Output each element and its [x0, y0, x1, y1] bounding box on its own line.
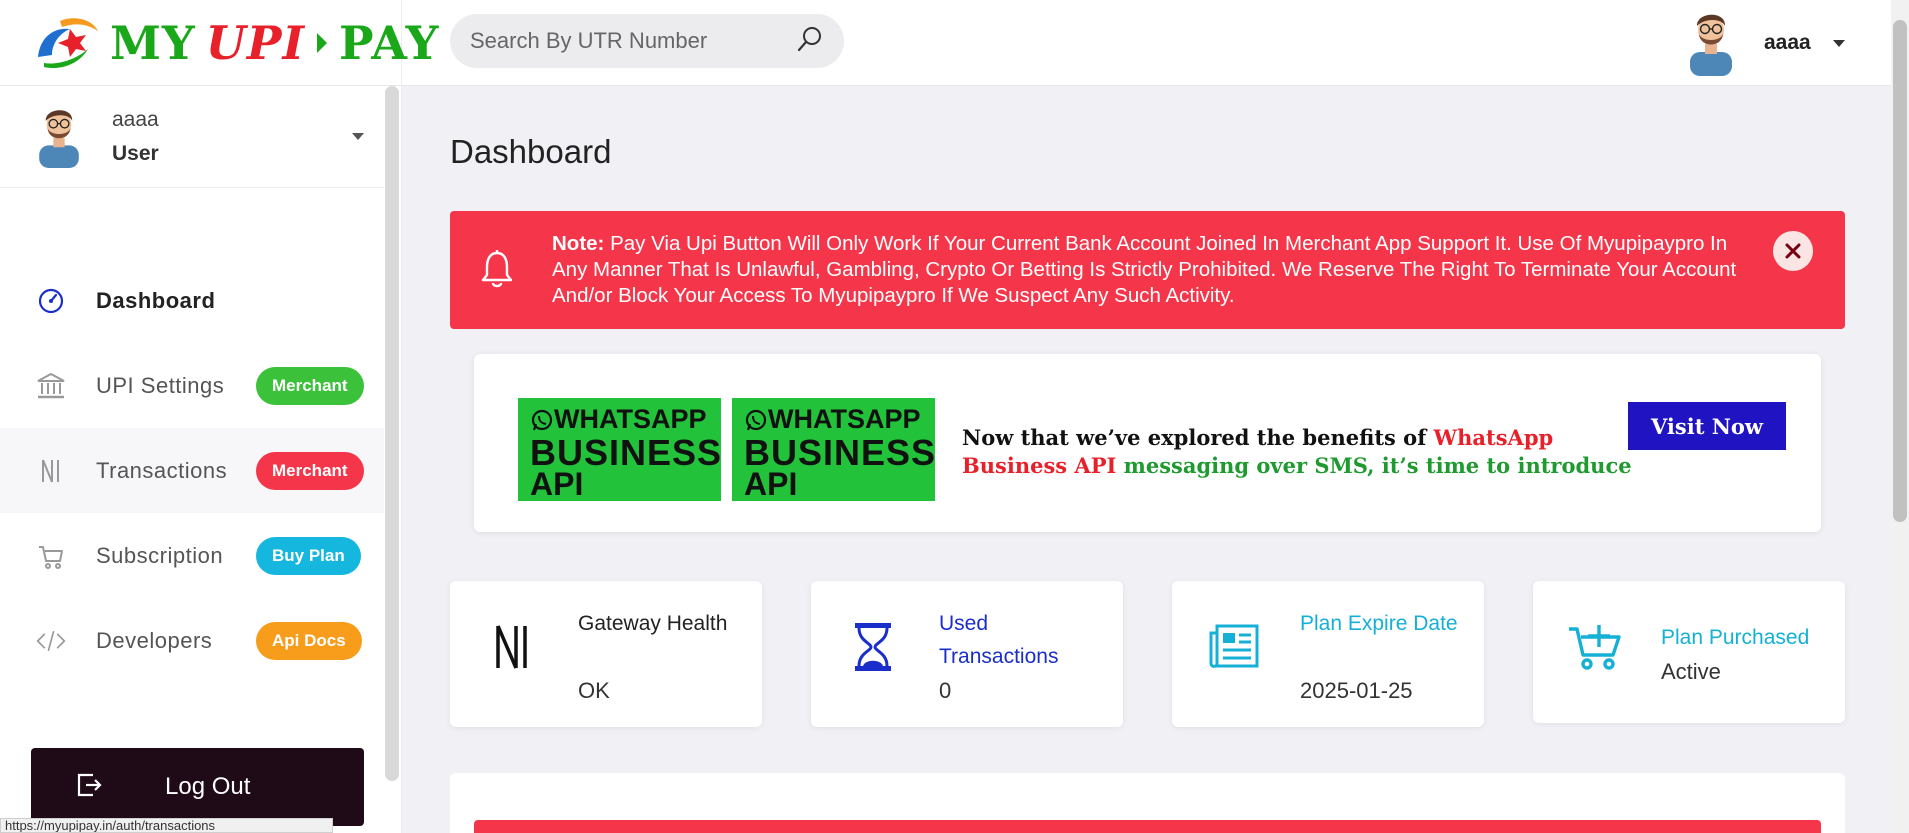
search-input[interactable]: [470, 28, 796, 54]
logout-icon: [75, 771, 103, 803]
alert-message: Note: Pay Via Upi Button Will Only Work …: [552, 231, 1762, 309]
stat-card-gateway-health: Gateway Health OK: [450, 581, 762, 727]
logo-emblem-icon: [30, 13, 108, 73]
whatsapp-icon: [531, 409, 553, 430]
alert-note-label: Note:: [552, 232, 605, 255]
sidebar-item-label: Subscription: [96, 542, 224, 568]
content-card-header-bar: [474, 820, 1821, 833]
stat-label: Used Transactions: [939, 612, 1059, 668]
logo-wordmark: MY UPI PAY: [110, 16, 439, 70]
buy-plan-badge[interactable]: Buy Plan: [256, 537, 361, 575]
note-alert: Note: Pay Via Upi Button Will Only Work …: [450, 211, 1845, 329]
sidebar-item-label: Transactions: [96, 457, 228, 483]
sidebar-menu: Dashboard UPI Settings Merchant Transact…: [0, 258, 384, 683]
stat-value: 2025-01-25: [1300, 678, 1413, 703]
header-user-menu[interactable]: aaaa: [1686, 8, 1845, 78]
search-icon[interactable]: [796, 25, 824, 57]
page-title: Dashboard: [450, 133, 612, 170]
stat-value: OK: [578, 678, 610, 703]
sidebar-user-role: User: [112, 141, 159, 165]
bell-icon: [480, 249, 514, 293]
sidebar-scrollbar[interactable]: [385, 86, 399, 781]
stat-card-plan-purchased: Plan Purchased Active: [1533, 581, 1845, 723]
logout-button[interactable]: Log Out: [31, 748, 364, 826]
close-alert-button[interactable]: [1773, 231, 1813, 271]
alert-text: Pay Via Upi Button Will Only Work If You…: [552, 232, 1737, 307]
badge-text-bottom: API: [530, 466, 584, 502]
stat-label: Gateway Health: [578, 612, 728, 635]
chevron-down-icon[interactable]: [352, 133, 364, 140]
header-username: aaaa: [1764, 31, 1811, 54]
close-icon: [1785, 243, 1801, 259]
logo-text-my: MY: [110, 16, 196, 70]
stat-card-plan-expire-date: Plan Expire Date 2025-01-25: [1172, 581, 1484, 727]
brand-logo[interactable]: MY UPI PAY: [0, 0, 438, 86]
whatsapp-icon: [745, 409, 767, 430]
badge-text-bottom: API: [744, 466, 798, 502]
chevron-down-icon[interactable]: [1832, 39, 1845, 47]
visit-now-button[interactable]: Visit Now: [1628, 402, 1786, 450]
sidebar-user-profile[interactable]: aaaa User: [0, 86, 384, 188]
stat-label: Plan Purchased: [1661, 626, 1810, 649]
badge-text-top: WHATSAPP: [554, 404, 707, 434]
sidebar-user-names: aaaa User: [112, 108, 159, 166]
logo-text-upi: UPI: [205, 16, 305, 70]
sidebar-item-dashboard[interactable]: Dashboard: [0, 258, 384, 343]
rupee-icon: [484, 619, 540, 675]
stat-label: Plan Expire Date: [1300, 612, 1458, 635]
stat-value: Active: [1661, 659, 1721, 684]
promo-text-part1: Now that we’ve explored the benefits of: [962, 425, 1434, 450]
stat-card-used-transactions: Used Transactions 0: [811, 581, 1123, 727]
newspaper-icon: [1206, 619, 1262, 675]
sidebar: aaaa User Dashboard UPI Settings Merchan…: [0, 86, 402, 833]
merchant-badge[interactable]: Merchant: [256, 452, 364, 490]
sidebar-item-developers[interactable]: Developers Api Docs: [0, 598, 384, 683]
page-scrollbar-thumb[interactable]: [1893, 20, 1907, 522]
promo-banner: WHATSAPP BUSINESS API WHATSAPP BUSINESS …: [474, 354, 1821, 532]
sidebar-item-label: Developers: [96, 627, 213, 653]
avatar[interactable]: [1686, 6, 1736, 80]
sidebar-item-label: UPI Settings: [96, 372, 225, 398]
api-docs-badge[interactable]: Api Docs: [256, 622, 362, 660]
rupee-icon: [36, 456, 66, 486]
promo-text-part3: messaging over SMS, it’s time to introdu…: [1116, 453, 1632, 478]
merchant-badge[interactable]: Merchant: [256, 367, 364, 405]
cart-plus-icon: [1567, 619, 1623, 675]
logo-text-pay: PAY: [339, 16, 440, 70]
sidebar-username: aaaa: [112, 107, 159, 131]
promo-text: Now that we’ve explored the benefits of …: [962, 424, 1652, 480]
avatar[interactable]: [34, 102, 84, 172]
cart-icon: [36, 541, 66, 571]
logo-arrow-icon: [317, 33, 327, 53]
code-icon: [36, 626, 66, 656]
sidebar-item-subscription[interactable]: Subscription Buy Plan: [0, 513, 384, 598]
sidebar-item-upi-settings[interactable]: UPI Settings Merchant: [0, 343, 384, 428]
badge-text-top: WHATSAPP: [768, 404, 921, 434]
sidebar-item-transactions[interactable]: Transactions Merchant: [0, 428, 384, 513]
status-bar-url: https://myupipay.in/auth/transactions: [0, 818, 333, 833]
logout-label: Log Out: [165, 773, 251, 800]
bank-icon: [36, 371, 66, 401]
sidebar-item-label: Dashboard: [96, 287, 216, 313]
stat-value: 0: [939, 678, 952, 703]
gauge-icon: [36, 286, 66, 316]
whatsapp-business-api-badge: WHATSAPP BUSINESS API: [732, 398, 935, 502]
top-header: MY UPI PAY aaaa: [0, 0, 1909, 86]
hourglass-icon: [845, 619, 901, 675]
search-bar: [450, 14, 844, 68]
whatsapp-business-api-badge: WHATSAPP BUSINESS API: [518, 398, 721, 502]
